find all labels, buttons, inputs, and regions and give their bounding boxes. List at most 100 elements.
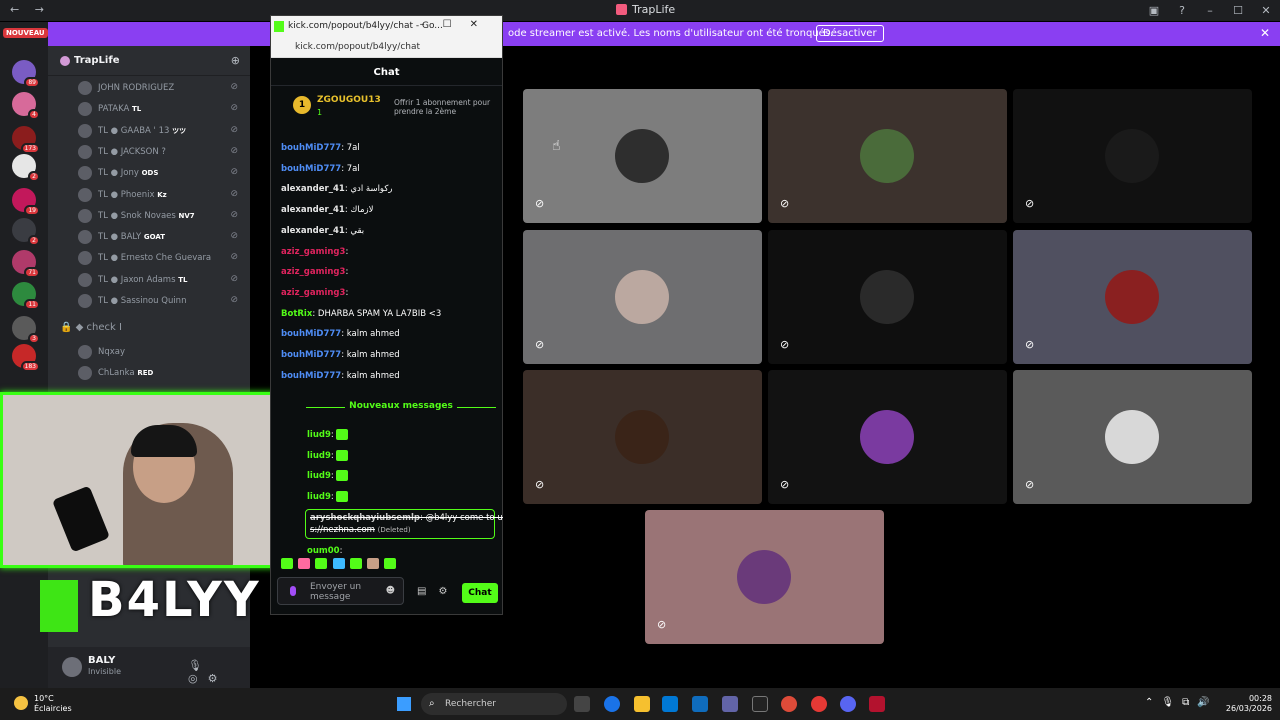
- chat-tools[interactable]: ▤⚙: [417, 586, 459, 597]
- deleted-message[interactable]: aryshockqhayiubsemlp: @b4lyy come to us s…: [305, 509, 507, 539]
- chat-message[interactable]: aziz_gaming3:: [281, 247, 348, 257]
- participant-tile[interactable]: ⊘: [523, 230, 762, 364]
- edge-icon[interactable]: [604, 696, 620, 712]
- maximize-button[interactable]: ☐: [1224, 0, 1252, 21]
- taskbar-search[interactable]: ⌕ Rechercher: [421, 693, 567, 715]
- participant-tile[interactable]: ⊘: [1013, 230, 1252, 364]
- chat-message[interactable]: bouhMiD777: 7al: [281, 164, 360, 174]
- discord-icon[interactable]: [840, 696, 856, 712]
- task-view-icon[interactable]: [574, 696, 590, 712]
- channel-user[interactable]: Nqxay: [48, 342, 250, 363]
- locked-channel[interactable]: 🔒 ◆ check I: [60, 322, 122, 333]
- participant-tile[interactable]: ⊘: [768, 89, 1007, 223]
- emote-icon[interactable]: [281, 558, 293, 569]
- app-icon[interactable]: [811, 696, 827, 712]
- server-icon[interactable]: 3: [12, 316, 40, 344]
- participant-tile[interactable]: ⊘: [768, 370, 1007, 504]
- store-icon[interactable]: [662, 696, 678, 712]
- server-icon[interactable]: 2: [12, 218, 40, 246]
- voice-user[interactable]: TL ● Sassinou Quinn ⊘: [48, 291, 250, 312]
- chat-message[interactable]: BotRix: DHARBA SPAM YA LA7BIB <3: [281, 309, 441, 319]
- popup-url-bar[interactable]: kick.com/popout/b4lyy/chat: [271, 38, 502, 58]
- close-button[interactable]: ✕: [1252, 0, 1280, 21]
- chat-message[interactable]: alexander_41: بقي: [281, 226, 364, 236]
- emote-icon[interactable]: [349, 558, 362, 569]
- emote-icon[interactable]: [384, 558, 397, 569]
- minimize-button[interactable]: –: [1196, 0, 1224, 21]
- disable-streamer-mode-button[interactable]: Désactiver: [816, 25, 884, 42]
- terminal-icon[interactable]: [752, 696, 768, 712]
- chat-message[interactable]: aziz_gaming3:: [281, 267, 348, 277]
- avatar[interactable]: [62, 657, 82, 677]
- chat-message[interactable]: alexander_41: ركواسة ادي: [281, 184, 392, 194]
- voice-user[interactable]: TL ● GAABA ' 13 ツツ ⊘: [48, 121, 250, 142]
- emote-icon[interactable]: [366, 558, 379, 569]
- windows-start-icon[interactable]: [397, 697, 411, 711]
- chat-message[interactable]: bouhMiD777: kalm ahmed: [281, 350, 400, 360]
- chat-input[interactable]: Envoyer un message ☻: [277, 577, 404, 605]
- voice-user[interactable]: TL ● BALY GOAT ⊘: [48, 227, 250, 248]
- user-controls[interactable]: 🎙◎⚙: [188, 659, 250, 685]
- mic-icon[interactable]: [290, 586, 296, 596]
- server-header[interactable]: TrapLife ⊕: [48, 46, 250, 76]
- send-chat-button[interactable]: Chat: [462, 583, 498, 603]
- voice-user[interactable]: TL ● JACKSON ? ⊘: [48, 142, 250, 163]
- search-icon: ⌕: [429, 698, 435, 709]
- voice-user-name: TL ● Snok Novaes NV7: [98, 210, 195, 221]
- chat-message[interactable]: liud9:: [307, 491, 349, 503]
- voice-user[interactable]: TL ● Jony ODS ⊘: [48, 163, 250, 184]
- participant-tile[interactable]: ⊘: [1013, 370, 1252, 504]
- chat-message[interactable]: liud9:: [307, 429, 349, 440]
- teams-icon[interactable]: [722, 696, 738, 712]
- voice-user[interactable]: TL ● Ernesto Che Guevara ⊘: [48, 248, 250, 269]
- participant-tile[interactable]: ⊘: [523, 370, 762, 504]
- help-icon[interactable]: ?: [1168, 0, 1196, 21]
- emote-icon[interactable]: [332, 558, 345, 569]
- chrome-icon[interactable]: [781, 696, 797, 712]
- system-tray[interactable]: ⌃🎙⧉🔊: [1145, 697, 1218, 708]
- voice-user[interactable]: PATAKA TL ⊘: [48, 99, 250, 120]
- inbox-icon[interactable]: ▣: [1140, 0, 1168, 21]
- popup-window-controls[interactable]: –☐✕: [420, 19, 496, 30]
- voice-user[interactable]: JOHN RODRIGUEZ ⊘: [48, 78, 250, 99]
- chat-message[interactable]: bouhMiD777: kalm ahmed: [281, 371, 400, 381]
- server-icon[interactable]: 71: [12, 250, 40, 278]
- voice-user[interactable]: TL ● Snok Novaes NV7 ⊘: [48, 206, 250, 227]
- file-explorer-icon[interactable]: [634, 696, 650, 712]
- nav-arrows[interactable]: ← →: [10, 3, 50, 16]
- participant-tile[interactable]: ⊘: [645, 510, 884, 644]
- chat-message[interactable]: bouhMiD777: 7al: [281, 143, 360, 153]
- chat-message[interactable]: aziz_gaming3:: [281, 288, 348, 298]
- clock[interactable]: 00:28 26/03/2026: [1226, 694, 1272, 714]
- voice-user[interactable]: TL ● Phoenix Kz ⊘: [48, 185, 250, 206]
- emoji-icon[interactable]: ☻: [386, 586, 395, 596]
- weather-widget[interactable]: 10°C Éclaircies: [14, 694, 72, 714]
- chat-message[interactable]: alexander_41: لازماك: [281, 205, 374, 215]
- participant-tile[interactable]: ⊘: [1013, 89, 1252, 223]
- server-icon[interactable]: 19: [12, 188, 40, 216]
- acrobat-icon[interactable]: [869, 696, 885, 712]
- close-banner-icon[interactable]: ✕: [1260, 26, 1270, 40]
- emote-icon[interactable]: [298, 558, 311, 569]
- chat-message[interactable]: liud9:: [307, 449, 349, 461]
- add-member-icon[interactable]: ⊕: [231, 54, 240, 67]
- server-icon[interactable]: 11: [12, 282, 40, 310]
- server-icon[interactable]: 89: [12, 60, 40, 88]
- participant-tile[interactable]: ⊘: [523, 89, 762, 223]
- server-icon[interactable]: 173: [12, 126, 40, 154]
- channel-user[interactable]: ChLanka RED: [48, 363, 250, 384]
- chat-message[interactable]: liud9:: [307, 470, 349, 482]
- server-icon[interactable]: 4: [12, 92, 40, 120]
- new-messages-divider[interactable]: Nouveaux messages: [306, 396, 496, 411]
- participant-tile[interactable]: ⊘: [768, 230, 1007, 364]
- outlook-icon[interactable]: [692, 696, 708, 712]
- server-icon[interactable]: 183: [12, 344, 40, 372]
- avatar: [78, 144, 92, 159]
- voice-user[interactable]: TL ● Jaxon Adams TL ⊘: [48, 270, 250, 291]
- chat-message[interactable]: bouhMiD777: kalm ahmed: [281, 329, 400, 339]
- chat-message[interactable]: oum00:: [307, 546, 342, 556]
- emote-bar[interactable]: [281, 558, 397, 570]
- server-icon[interactable]: 2: [12, 154, 40, 182]
- gift-promo-text[interactable]: Offrir 1 abonnement pour prendre la 2ème: [394, 98, 494, 116]
- emote-icon[interactable]: [315, 558, 328, 569]
